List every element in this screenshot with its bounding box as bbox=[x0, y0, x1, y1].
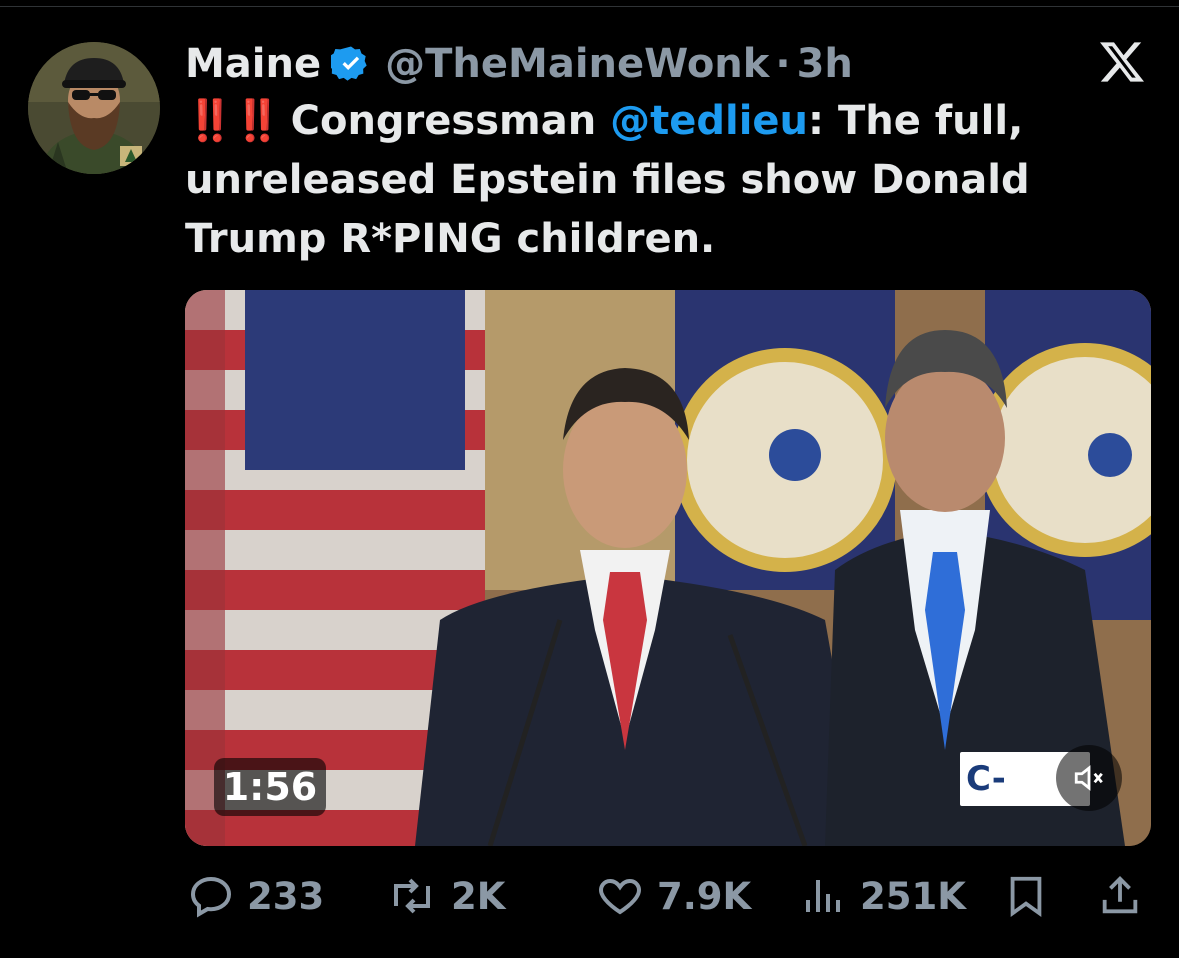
tweet-text-part: Congressman bbox=[290, 98, 611, 144]
verified-badge-icon bbox=[328, 44, 371, 84]
tweet-header: Maine @TheMaineWonk · 3h bbox=[185, 38, 853, 90]
video-duration: 1:56 bbox=[214, 758, 326, 816]
bookmark-icon bbox=[1010, 876, 1042, 917]
double-exclamation-icon: ‼️‼️ bbox=[185, 98, 283, 144]
reply-icon bbox=[190, 876, 232, 918]
avatar[interactable] bbox=[28, 42, 160, 174]
like-button[interactable]: 7.9K bbox=[595, 866, 751, 926]
share-icon bbox=[1102, 876, 1138, 914]
reply-count: 233 bbox=[247, 874, 325, 918]
divider bbox=[0, 6, 1179, 7]
author-name[interactable]: Maine bbox=[185, 38, 321, 90]
repost-icon bbox=[394, 878, 430, 914]
bookmark-button[interactable] bbox=[1003, 866, 1061, 926]
avatar-image bbox=[28, 42, 160, 174]
mention-link[interactable]: @tedlieu bbox=[610, 98, 808, 144]
heart-icon bbox=[599, 878, 641, 915]
x-logo-icon[interactable] bbox=[1098, 38, 1146, 86]
share-button[interactable] bbox=[1097, 866, 1155, 926]
tweet-text: ‼️‼️ Congressman @tedlieu: The full, unre… bbox=[185, 92, 1165, 269]
repost-count: 2K bbox=[451, 874, 506, 918]
separator-dot: · bbox=[775, 41, 791, 87]
views-count: 251K bbox=[860, 874, 966, 918]
action-bar: 233 2K 7.9K 251K bbox=[185, 866, 1151, 926]
reply-button[interactable]: 233 bbox=[187, 866, 324, 926]
author-handle[interactable]: @TheMaineWonk bbox=[385, 38, 769, 90]
like-count: 7.9K bbox=[657, 874, 752, 918]
speaker-muted-icon bbox=[1074, 765, 1103, 791]
mute-button[interactable] bbox=[1056, 745, 1122, 811]
views-chart-icon bbox=[806, 880, 840, 912]
repost-button[interactable]: 2K bbox=[385, 866, 505, 926]
views-button[interactable]: 251K bbox=[800, 866, 966, 926]
tweet: Maine @TheMaineWonk · 3h ‼️‼️ Congressman… bbox=[0, 0, 1179, 958]
timestamp[interactable]: 3h bbox=[797, 38, 853, 90]
